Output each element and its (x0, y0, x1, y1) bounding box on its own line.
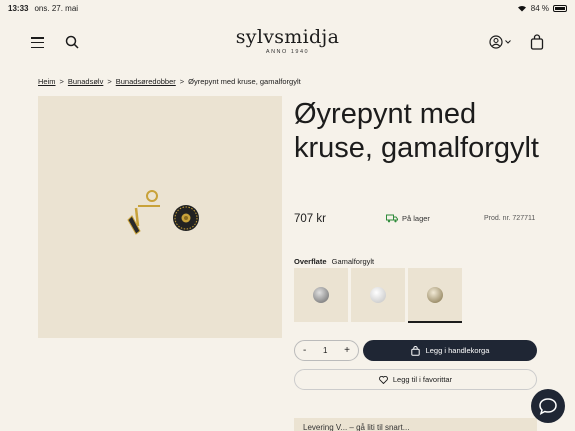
surface-label-key: Overflate (294, 257, 327, 266)
product-number: Prod. nr. 727711 (484, 215, 536, 222)
promo-text: Levering V... – gå liti til snart... (303, 423, 410, 431)
chevron-down-icon (505, 40, 511, 44)
quantity-decrease-button[interactable]: - (303, 345, 306, 356)
wifi-icon (517, 5, 526, 12)
quantity-increase-button[interactable]: + (344, 345, 350, 356)
breadcrumb-separator: > (107, 77, 112, 86)
bag-icon (410, 345, 420, 356)
surface-label-value: Gamalforgylt (331, 257, 375, 266)
product-image[interactable] (38, 96, 282, 338)
site-header: sylvsmidja ANNO 1940 (0, 18, 575, 68)
quantity-value[interactable]: 1 (323, 346, 327, 355)
stock-label: På lager (402, 214, 430, 223)
earring-image (127, 190, 199, 235)
add-to-favourites-label: Legg til i favorittar (392, 375, 453, 384)
breadcrumb-link-bunadsoredobber[interactable]: Bunadsøredobber (116, 77, 176, 86)
add-to-cart-label: Legg i handlekorga (425, 346, 490, 355)
surface-swatches (294, 268, 462, 323)
battery-percent: 84 % (530, 3, 549, 13)
user-icon (489, 35, 503, 49)
breadcrumb-link-home[interactable]: Heim (38, 77, 56, 86)
surface-selector-label: Overflate Gamalforgylt (294, 257, 374, 266)
breadcrumb-separator: > (179, 77, 185, 86)
breadcrumb-link-bunadsolv[interactable]: Bunadsølv (68, 77, 103, 86)
swatch-silver-oxidized[interactable] (294, 268, 348, 322)
breadcrumb: Heim > Bunadsølv > Bunadsøredobber > Øyr… (38, 77, 301, 86)
status-time: 13:33 (8, 3, 29, 13)
battery-icon (553, 4, 567, 12)
product-price: 707 kr (294, 213, 326, 225)
shopping-bag-icon[interactable] (530, 34, 544, 50)
add-to-favourites-button[interactable]: Legg til i favorittar (294, 369, 537, 390)
chat-button[interactable] (531, 389, 565, 423)
add-to-cart-button[interactable]: Legg i handlekorga (363, 340, 537, 361)
swatch-gamalforgylt[interactable] (408, 268, 462, 323)
delivery-truck-icon (386, 214, 398, 223)
brand-tagline: ANNO 1940 (265, 49, 310, 55)
account-menu[interactable] (489, 35, 511, 49)
breadcrumb-current: Øyrepynt med kruse, gamalforgylt (188, 77, 301, 86)
stock-status: På lager (386, 214, 430, 223)
product-title: Øyrepynt med kruse, gamalforgylt (294, 98, 539, 164)
breadcrumb-separator: > (59, 77, 64, 86)
swatch-silver-white[interactable] (351, 268, 405, 322)
promo-banner: Levering V... – gå liti til snart... (294, 418, 537, 431)
status-date: ons. 27. mai (34, 3, 79, 13)
status-bar: 13:33 ons. 27. mai 84 % (0, 0, 575, 16)
quantity-stepper: - 1 + (294, 340, 359, 361)
heart-icon (378, 375, 388, 384)
chat-bubble-icon (539, 398, 557, 415)
